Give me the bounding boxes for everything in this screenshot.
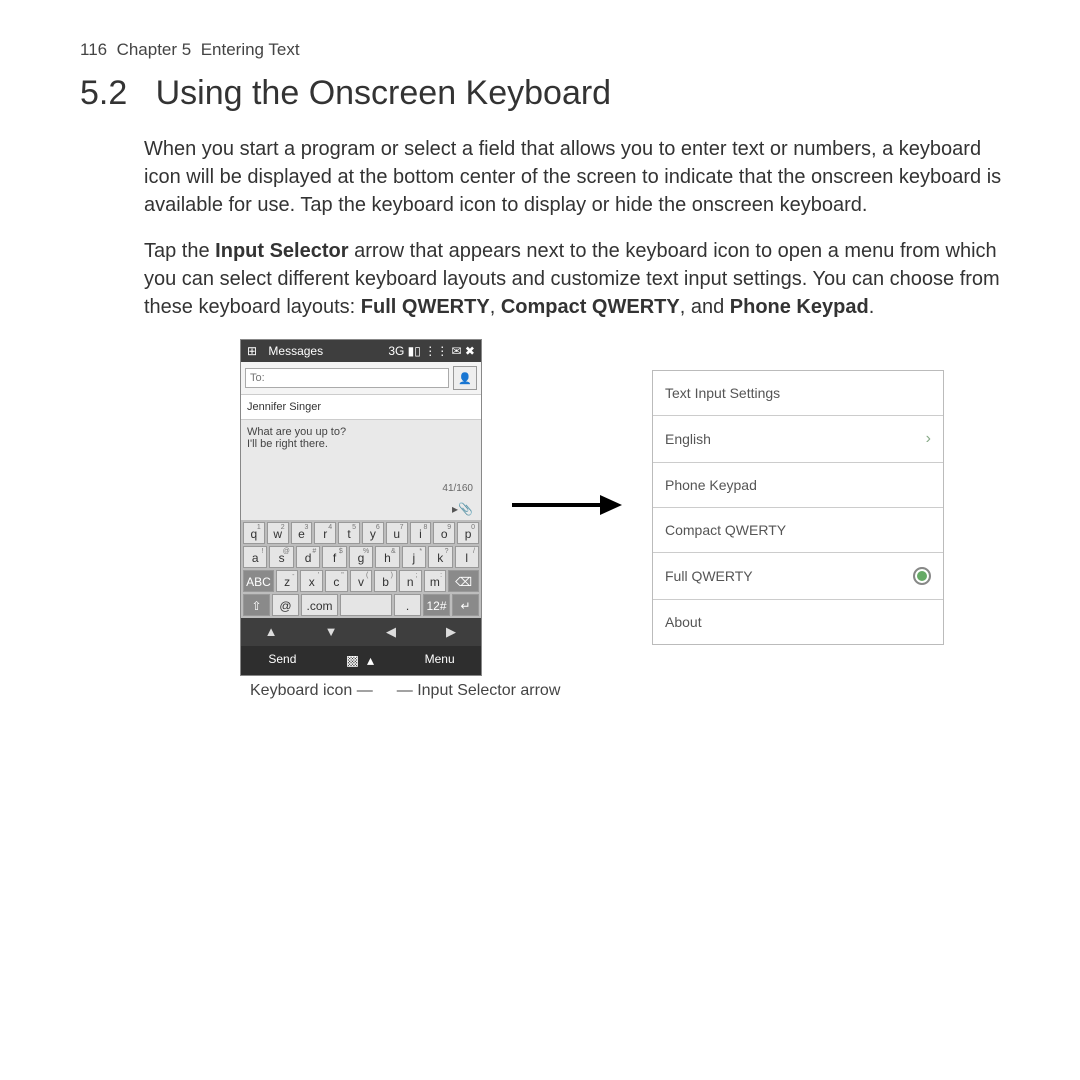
- section-title-text: Using the Onscreen Keyboard: [156, 74, 611, 112]
- phone-screenshot: ⊞ Messages 3G ▮▯ ⋮⋮ ✉ ✖ 👤 Jennifer Singe…: [240, 339, 482, 676]
- key-f[interactable]: f$: [322, 546, 346, 568]
- recipient-name: Jennifer Singer: [241, 395, 481, 420]
- onscreen-keyboard: q1w2e3r4t5y6u7i8o9p0 a!s@d#f$g%h&j*k?l/ …: [241, 520, 481, 618]
- key-dotcom[interactable]: .com: [301, 594, 338, 616]
- key-q[interactable]: q1: [243, 522, 265, 544]
- nav-down-icon[interactable]: ▼: [301, 618, 361, 646]
- key-shift[interactable]: ⇧: [243, 594, 270, 616]
- figure-callouts: Keyboard icon — — Input Selector arrow: [250, 682, 1020, 700]
- kbd-row-2: a!s@d#f$g%h&j*k?l/: [243, 546, 479, 568]
- term-full-qwerty: Full QWERTY: [361, 296, 490, 318]
- key-o[interactable]: o9: [433, 522, 455, 544]
- to-field[interactable]: [245, 368, 449, 388]
- key-i[interactable]: i8: [410, 522, 432, 544]
- running-head: 116 Chapter 5 Entering Text: [80, 40, 1020, 60]
- settings-item-phone-keypad[interactable]: Phone Keypad: [653, 463, 943, 508]
- key-e[interactable]: e3: [291, 522, 313, 544]
- key-c[interactable]: c": [325, 570, 348, 592]
- section-heading: 5.2 Using the Onscreen Keyboard: [80, 74, 1020, 113]
- chevron-right-icon: ›: [926, 430, 931, 448]
- key-v[interactable]: v(: [350, 570, 373, 592]
- key-p[interactable]: p0: [457, 522, 479, 544]
- key-backspace[interactable]: ⌫: [448, 570, 479, 592]
- softkey-send[interactable]: Send: [241, 646, 324, 675]
- chapter-label: Chapter 5: [117, 40, 192, 59]
- page-number: 116: [80, 40, 107, 59]
- key-m[interactable]: m:: [424, 570, 447, 592]
- arrow-icon: [512, 490, 622, 525]
- settings-header: Text Input Settings: [653, 371, 943, 416]
- key-z[interactable]: z-: [276, 570, 299, 592]
- nav-left-icon[interactable]: ◀: [361, 618, 421, 646]
- to-row: 👤: [241, 362, 481, 395]
- radio-selected-icon: [913, 567, 931, 585]
- paragraph-2: Tap the Input Selector arrow that appear…: [144, 237, 1020, 321]
- chapter-title: Entering Text: [201, 40, 300, 59]
- phone-titlebar: ⊞ Messages 3G ▮▯ ⋮⋮ ✉ ✖: [241, 340, 481, 362]
- nav-arrows: ▲ ▼ ◀ ▶: [241, 618, 481, 646]
- term-compact-qwerty: Compact QWERTY: [501, 296, 680, 318]
- settings-item-english[interactable]: English›: [653, 416, 943, 463]
- attach-icon[interactable]: ▸📎: [452, 502, 473, 516]
- key-r[interactable]: r4: [314, 522, 336, 544]
- term-input-selector: Input Selector: [215, 240, 348, 262]
- key-at[interactable]: @: [272, 594, 299, 616]
- app-title: Messages: [268, 344, 323, 358]
- message-area[interactable]: What are you up to? I'll be right there.…: [241, 420, 481, 520]
- key-h[interactable]: h&: [375, 546, 399, 568]
- kbd-row-4: ⇧ @ .com . 12# ↵: [243, 594, 479, 616]
- paragraph-1: When you start a program or select a fie…: [144, 135, 1020, 219]
- windows-flag-icon: ⊞: [247, 344, 257, 358]
- key-enter[interactable]: ↵: [452, 594, 479, 616]
- softkey-menu[interactable]: Menu: [398, 646, 481, 675]
- figure-row: ⊞ Messages 3G ▮▯ ⋮⋮ ✉ ✖ 👤 Jennifer Singe…: [240, 339, 1020, 676]
- char-counter: 41/160: [442, 483, 473, 494]
- settings-item-about[interactable]: About: [653, 600, 943, 644]
- key-x[interactable]: x': [300, 570, 323, 592]
- section-number: 5.2: [80, 74, 127, 112]
- callout-keyboard-icon: Keyboard icon —: [250, 682, 373, 700]
- nav-up-icon[interactable]: ▲: [241, 618, 301, 646]
- key-y[interactable]: y6: [362, 522, 384, 544]
- key-period[interactable]: .: [394, 594, 421, 616]
- key-t[interactable]: t5: [338, 522, 360, 544]
- settings-item-full-qwerty[interactable]: Full QWERTY: [653, 553, 943, 600]
- key-s[interactable]: s@: [269, 546, 293, 568]
- key-j[interactable]: j*: [402, 546, 426, 568]
- key-space[interactable]: [340, 594, 392, 616]
- nav-right-icon[interactable]: ▶: [421, 618, 481, 646]
- key-n[interactable]: n;: [399, 570, 422, 592]
- key-g[interactable]: g%: [349, 546, 373, 568]
- page: 116 Chapter 5 Entering Text 5.2 Using th…: [0, 0, 1080, 700]
- status-icons: 3G ▮▯ ⋮⋮ ✉ ✖: [388, 344, 475, 358]
- message-text: What are you up to? I'll be right there.: [247, 426, 475, 450]
- key-abc[interactable]: ABC: [243, 570, 274, 592]
- key-d[interactable]: d#: [296, 546, 320, 568]
- kbd-row-3: ABC z-x'c"v(b)n;m: ⌫: [243, 570, 479, 592]
- key-numeric[interactable]: 12#: [423, 594, 450, 616]
- key-b[interactable]: b): [374, 570, 397, 592]
- key-k[interactable]: k?: [428, 546, 452, 568]
- contact-picker-icon[interactable]: 👤: [453, 366, 477, 390]
- kbd-row-1: q1w2e3r4t5y6u7i8o9p0: [243, 522, 479, 544]
- callout-input-selector: — Input Selector arrow: [397, 682, 561, 700]
- settings-item-compact-qwerty[interactable]: Compact QWERTY: [653, 508, 943, 553]
- key-w[interactable]: w2: [267, 522, 289, 544]
- text-input-settings-menu: Text Input Settings English› Phone Keypa…: [652, 370, 944, 645]
- term-phone-keypad: Phone Keypad: [730, 296, 869, 318]
- key-l[interactable]: l/: [455, 546, 479, 568]
- softkey-bar: Send ▩ ▴ Menu: [241, 646, 481, 675]
- key-u[interactable]: u7: [386, 522, 408, 544]
- softkey-center[interactable]: ▩ ▴: [324, 646, 398, 675]
- key-a[interactable]: a!: [243, 546, 267, 568]
